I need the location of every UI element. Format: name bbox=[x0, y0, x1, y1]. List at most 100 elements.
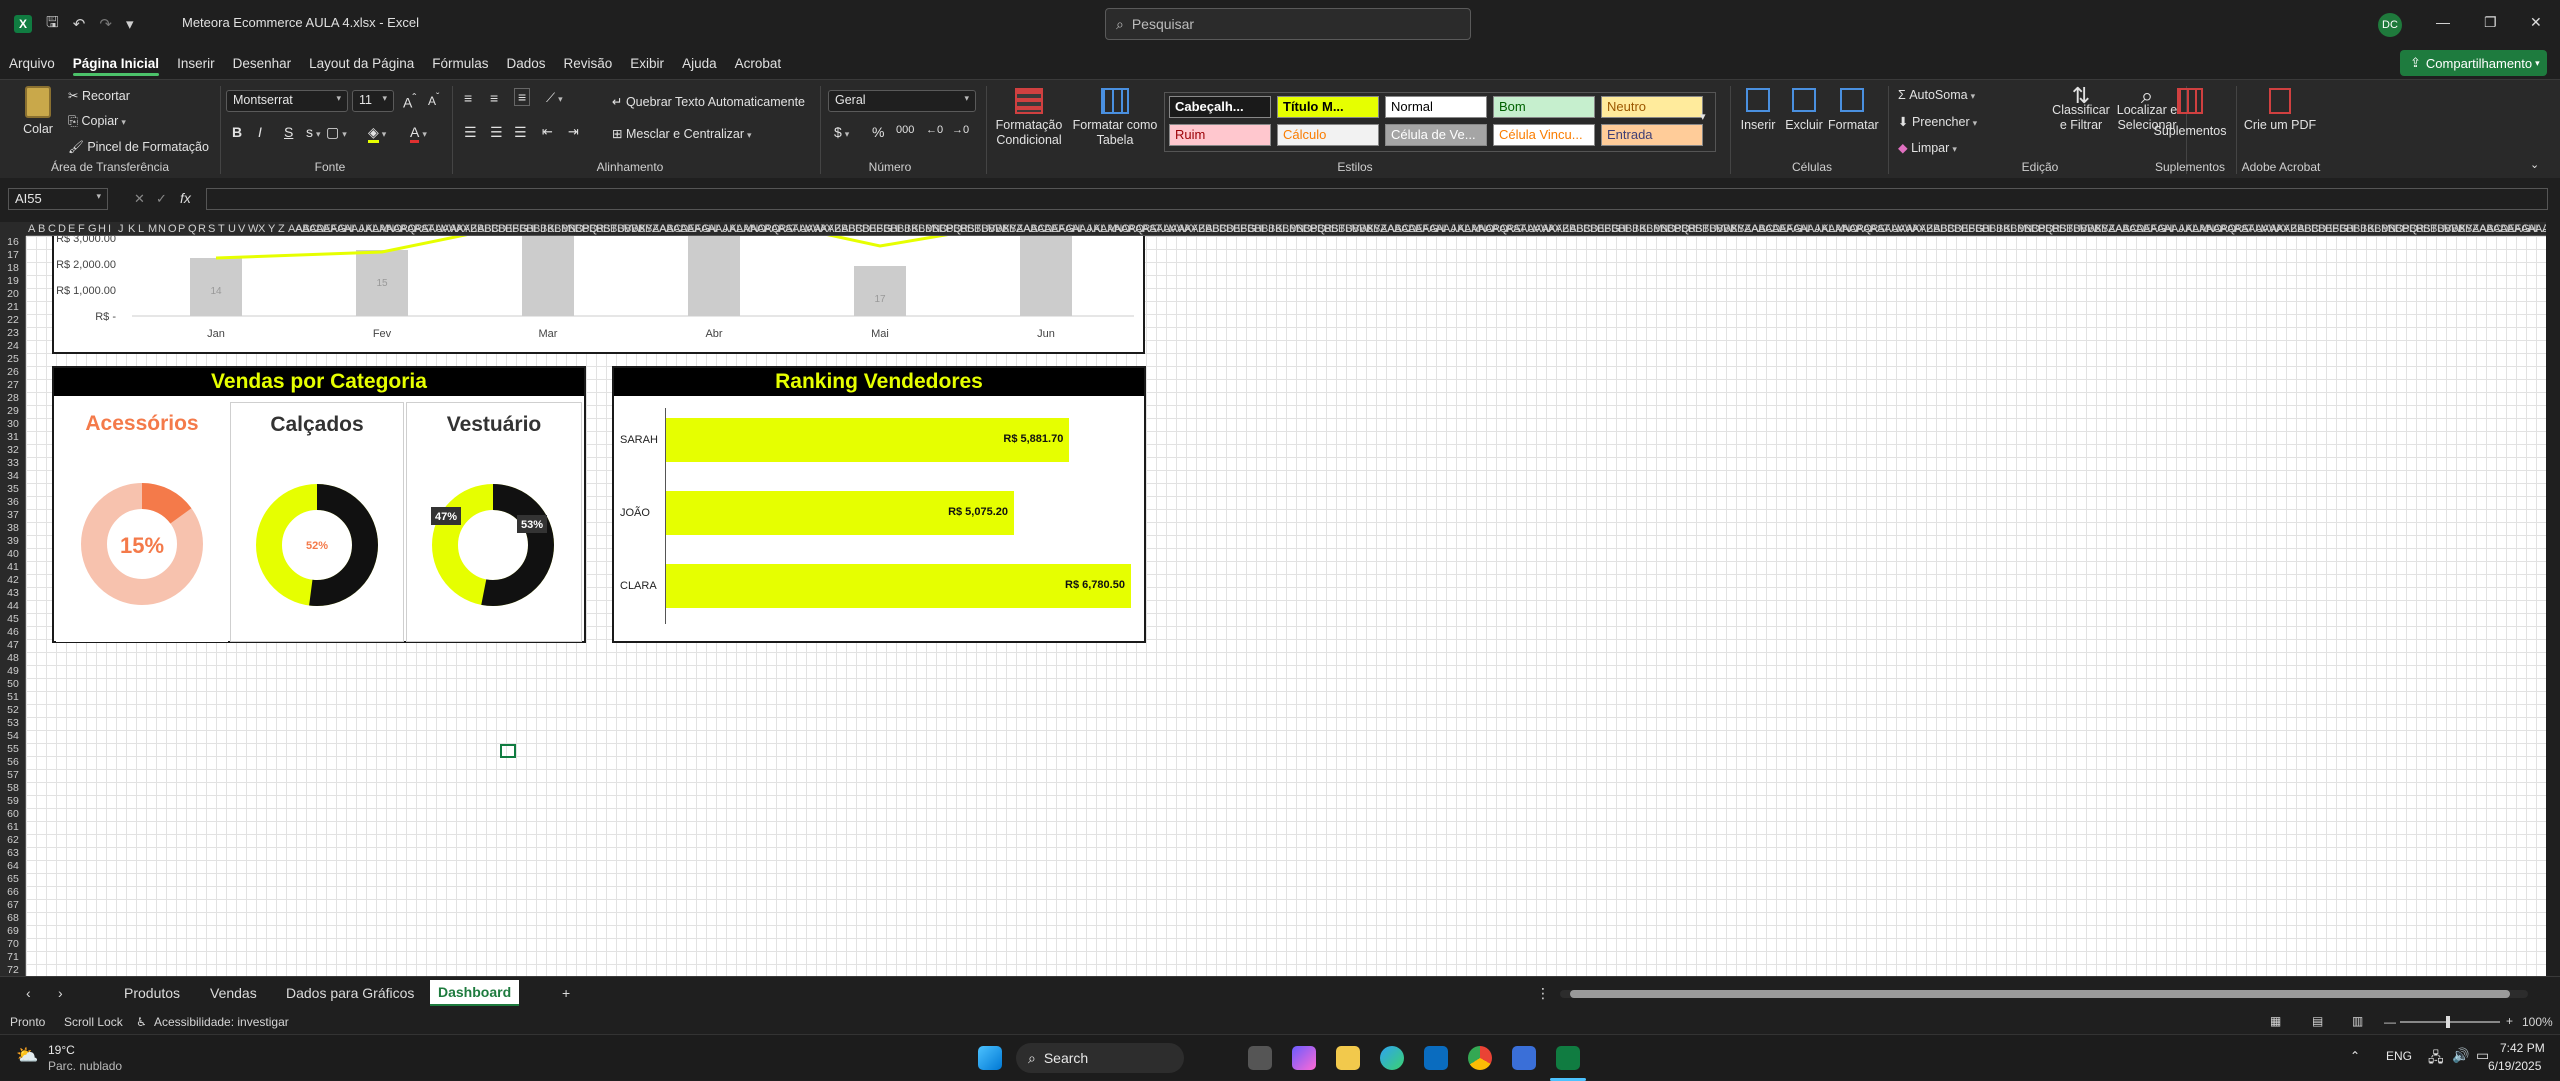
thousands-icon[interactable]: 000 bbox=[896, 124, 914, 136]
zoom-slider[interactable] bbox=[2400, 1016, 2500, 1028]
formula-input[interactable] bbox=[206, 188, 2548, 210]
autosum-button[interactable]: Σ AutoSoma ▾ bbox=[1898, 88, 1975, 102]
prev-sheet-icon[interactable]: ‹ bbox=[26, 985, 31, 1001]
conditional-format-button[interactable]: Formatação Condicional bbox=[990, 88, 1068, 148]
tab-exibir[interactable]: Exibir bbox=[621, 56, 673, 71]
tab-dados[interactable]: Dados bbox=[497, 56, 554, 71]
align-right-icon[interactable]: ☰ bbox=[514, 124, 527, 141]
decrease-indent-icon[interactable]: ⇤ bbox=[542, 124, 553, 140]
row-header[interactable]: 61 bbox=[0, 821, 25, 834]
column-header[interactable]: O bbox=[168, 222, 177, 235]
sales-chart-panel[interactable]: R$ 3,000.00 R$ 2,000.00 R$ 1,000.00 R$ - 14 J… bbox=[52, 236, 1145, 354]
sheet-options-icon[interactable]: ⋮ bbox=[1536, 985, 1550, 1002]
row-header[interactable]: 17 bbox=[0, 249, 25, 262]
row-header[interactable]: 46 bbox=[0, 626, 25, 639]
row-header[interactable]: 50 bbox=[0, 678, 25, 691]
row-header[interactable]: 31 bbox=[0, 431, 25, 444]
column-header[interactable]: E bbox=[68, 222, 75, 235]
cell-style-option[interactable]: Cabeçalh... bbox=[1169, 96, 1271, 118]
row-header[interactable]: 27 bbox=[0, 379, 25, 392]
horizontal-scrollbar[interactable] bbox=[1560, 990, 2528, 998]
create-pdf-button[interactable]: Crie um PDF bbox=[2240, 88, 2320, 133]
row-header[interactable]: 25 bbox=[0, 353, 25, 366]
avatar[interactable]: DC bbox=[2378, 13, 2402, 37]
taskbar-search[interactable]: ⌕ Search bbox=[1016, 1043, 1184, 1073]
column-header[interactable]: D bbox=[58, 222, 66, 235]
search-input[interactable]: ⌕ Pesquisar bbox=[1105, 8, 1471, 40]
column-header[interactable]: Y bbox=[268, 222, 275, 235]
column-header[interactable]: R bbox=[198, 222, 206, 235]
file-explorer-icon[interactable] bbox=[1336, 1046, 1360, 1070]
cell-style-option[interactable]: Normal bbox=[1385, 96, 1487, 118]
tab-arquivo[interactable]: Arquivo bbox=[0, 56, 64, 71]
redo-icon[interactable]: ↷ bbox=[99, 15, 112, 33]
cell-style-option[interactable]: Célula Vincu... bbox=[1493, 124, 1595, 146]
grow-font-icon[interactable]: Aˆ bbox=[403, 92, 416, 111]
bold-icon[interactable]: B bbox=[232, 124, 242, 140]
row-header[interactable]: 32 bbox=[0, 444, 25, 457]
normal-view-icon[interactable]: ▦ bbox=[2270, 1014, 2281, 1028]
excel-taskbar-icon[interactable] bbox=[1556, 1046, 1580, 1070]
save-icon[interactable]: 🖫 bbox=[46, 12, 59, 37]
clock-time[interactable]: 7:42 PM bbox=[2500, 1041, 2545, 1055]
task-view-icon[interactable] bbox=[1248, 1046, 1272, 1070]
insert-cells-button[interactable]: Inserir bbox=[1738, 88, 1778, 133]
row-header[interactable]: 41 bbox=[0, 561, 25, 574]
tab-revisao[interactable]: Revisão bbox=[555, 56, 622, 71]
row-header[interactable]: 16 bbox=[0, 236, 25, 249]
sheet-tab-dados[interactable]: Dados para Gráficos bbox=[286, 985, 414, 1001]
page-break-icon[interactable]: ▥ bbox=[2352, 1014, 2363, 1028]
shrink-font-icon[interactable]: Aˇ bbox=[428, 92, 439, 108]
close-icon[interactable]: ✕ bbox=[2530, 14, 2542, 31]
row-header[interactable]: 54 bbox=[0, 730, 25, 743]
minimize-icon[interactable]: — bbox=[2436, 14, 2450, 30]
column-header[interactable]: G bbox=[88, 222, 97, 235]
customize-quick-access-icon[interactable]: ▾ bbox=[126, 15, 134, 33]
orientation-icon[interactable]: ⟋ ▾ bbox=[546, 90, 563, 106]
column-header[interactable]: P bbox=[178, 222, 185, 235]
column-header[interactable]: C bbox=[48, 222, 56, 235]
format-painter-button[interactable]: 🖌 Pincel de Formatação bbox=[68, 140, 209, 155]
column-header[interactable]: I bbox=[108, 222, 111, 235]
row-header[interactable]: 59 bbox=[0, 795, 25, 808]
next-sheet-icon[interactable]: › bbox=[58, 985, 63, 1001]
tab-formulas[interactable]: Fórmulas bbox=[423, 56, 497, 71]
row-header[interactable]: 58 bbox=[0, 782, 25, 795]
volume-icon[interactable]: 🔊 bbox=[2452, 1047, 2469, 1064]
row-header[interactable]: 55 bbox=[0, 743, 25, 756]
row-header[interactable]: 40 bbox=[0, 548, 25, 561]
zoom-thumb[interactable] bbox=[2446, 1016, 2450, 1028]
row-header[interactable]: 22 bbox=[0, 314, 25, 327]
column-header[interactable]: V bbox=[238, 222, 245, 235]
number-format-select[interactable]: Geral ▾ bbox=[828, 90, 976, 112]
row-header[interactable]: 53 bbox=[0, 717, 25, 730]
column-header[interactable]: Q bbox=[188, 222, 197, 235]
column-header[interactable]: Z bbox=[278, 222, 285, 235]
column-header[interactable]: M bbox=[148, 222, 157, 235]
column-header[interactable]: S bbox=[208, 222, 215, 235]
cancel-icon[interactable]: ✕ bbox=[134, 191, 145, 207]
column-header[interactable]: K bbox=[128, 222, 135, 235]
sort-filter-button[interactable]: ⇅ Classificar e Filtrar bbox=[2050, 85, 2112, 133]
worksheet-grid[interactable]: R$ 3,000.00 R$ 2,000.00 R$ 1,000.00 R$ - 14 J… bbox=[26, 236, 2546, 976]
font-size-select[interactable]: 11 ▾ bbox=[352, 90, 394, 112]
row-header[interactable]: 67 bbox=[0, 899, 25, 912]
row-header[interactable]: 69 bbox=[0, 925, 25, 938]
strikethrough-icon[interactable]: s ▾ bbox=[306, 124, 321, 140]
chrome-icon[interactable] bbox=[1468, 1046, 1492, 1070]
enter-icon[interactable]: ✓ bbox=[156, 191, 167, 207]
tab-inserir[interactable]: Inserir bbox=[168, 56, 224, 71]
align-middle-icon[interactable]: ≡ bbox=[490, 90, 498, 106]
column-header[interactable]: B bbox=[38, 222, 45, 235]
select-all-corner[interactable] bbox=[0, 222, 26, 236]
underline-icon[interactable]: S bbox=[284, 124, 293, 140]
cell-style-option[interactable]: Cálculo bbox=[1277, 124, 1379, 146]
column-header[interactable]: X bbox=[258, 222, 265, 235]
italic-icon[interactable]: I bbox=[258, 124, 262, 140]
row-header[interactable]: 28 bbox=[0, 392, 25, 405]
font-color-icon[interactable]: A ▾ bbox=[410, 124, 427, 143]
align-left-icon[interactable]: ☰ bbox=[464, 124, 477, 141]
row-header[interactable]: 33 bbox=[0, 457, 25, 470]
addins-button[interactable]: Suplementos bbox=[2150, 88, 2230, 139]
copilot-icon[interactable] bbox=[1292, 1046, 1316, 1070]
